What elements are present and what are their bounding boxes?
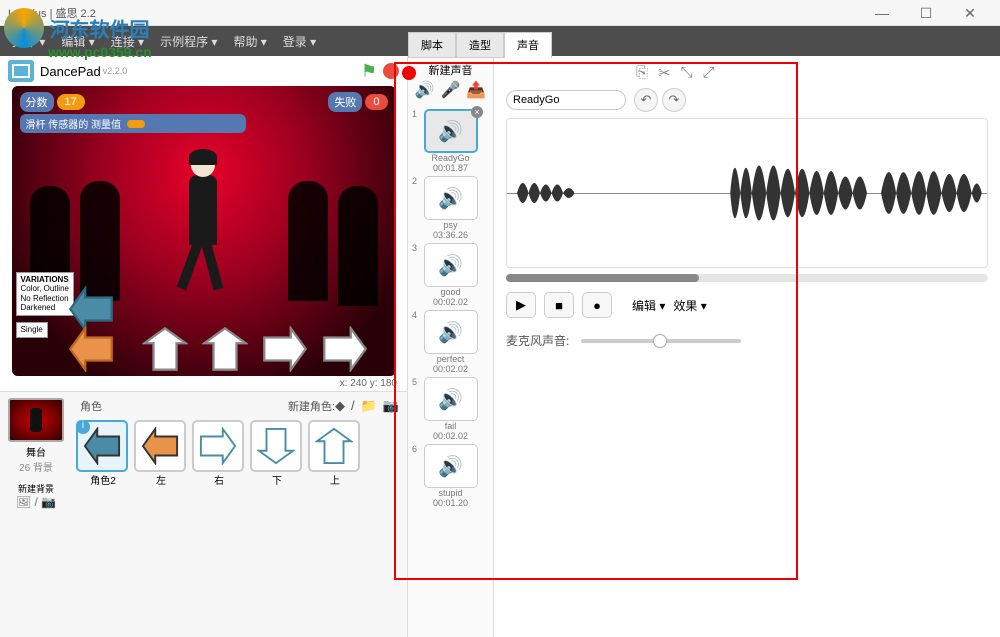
sound-item-1[interactable]: 2 🔊 psy03:36.26 — [416, 176, 485, 240]
stage-canvas[interactable]: 分数 17 失败 0 滑杆 传感器的 测量值 VARIATIONS Color,… — [12, 86, 396, 376]
arrow-right-1 — [262, 326, 308, 372]
waveform-display[interactable] — [506, 118, 988, 268]
sound-item-3[interactable]: 4 🔊 perfect00:02.02 — [416, 310, 485, 374]
miss-value: 0 — [365, 94, 387, 110]
sound-library-icon[interactable]: 🔊 — [415, 80, 435, 100]
record-button[interactable]: ● — [582, 292, 612, 318]
minimize-button[interactable]: — — [860, 1, 904, 25]
stage-backdrops: 26 背景 — [4, 459, 68, 474]
tab-sounds[interactable]: 声音 — [504, 32, 552, 58]
menu-help[interactable]: 帮助 ▾ — [233, 33, 266, 50]
menu-login[interactable]: 登录 ▾ — [283, 33, 316, 50]
sound-record-icon[interactable]: 🎤 — [441, 80, 461, 100]
play-button[interactable]: ▶ — [506, 292, 536, 318]
sound-item-2[interactable]: 3 🔊 good00:02.02 — [416, 243, 485, 307]
sprite-upload-icon[interactable]: 📁 — [361, 398, 377, 414]
playback-progress[interactable] — [506, 274, 988, 282]
close-button[interactable]: ✕ — [948, 1, 992, 25]
stage-thumbnail[interactable] — [8, 398, 64, 442]
mouse-coords: x: 240 y: 180 — [0, 376, 407, 391]
project-title: DancePad — [40, 64, 101, 79]
sprite-paint-icon[interactable]: / — [351, 398, 355, 414]
sprite-camera-icon[interactable]: 📷 — [383, 398, 399, 414]
single-box: Single — [16, 322, 48, 338]
green-flag-icon[interactable]: ⚑ — [361, 61, 377, 82]
arrow-up-1 — [142, 326, 188, 372]
grow-icon[interactable]: ⤡ — [681, 64, 693, 82]
tab-costumes[interactable]: 造型 — [456, 32, 504, 58]
stage-label: 舞台 — [4, 444, 68, 459]
redo-button[interactable]: ↷ — [662, 88, 686, 112]
fullscreen-icon[interactable] — [8, 60, 34, 82]
menu-examples[interactable]: 示例程序 ▾ — [160, 33, 217, 50]
stop-icon[interactable] — [383, 63, 399, 79]
arrow-left-orange — [68, 326, 114, 372]
sound-item-0[interactable]: 1 × 🔊 ReadyGo00:01.87 — [416, 109, 485, 173]
shrink-icon[interactable]: ⤢ — [703, 64, 715, 82]
stamp-icon[interactable]: ⎘ — [636, 64, 648, 82]
new-sound-label: 新建声音 — [412, 62, 489, 78]
arrow-up-2 — [202, 326, 248, 372]
tab-scripts[interactable]: 脚本 — [408, 32, 456, 58]
new-sprite-label: 新建角色: — [288, 398, 335, 414]
sprite-item-1[interactable]: 左 — [134, 420, 188, 487]
sprite-library-icon[interactable]: ◆ — [335, 398, 345, 414]
sprite-item-4[interactable]: 上 — [308, 420, 362, 487]
watermark: 河东软件园 www.pc0359.cn — [4, 8, 152, 60]
undo-button[interactable]: ↶ — [634, 88, 658, 112]
version-label: v2.2.0 — [103, 66, 128, 76]
sprite-item-3[interactable]: 下 — [250, 420, 304, 487]
sound-name-input[interactable] — [506, 90, 626, 110]
miss-label: 失败 — [328, 92, 362, 112]
arrow-right-2 — [322, 326, 368, 372]
sound-item-5[interactable]: 6 🔊 stupid00:01.20 — [416, 444, 485, 508]
sound-upload-icon[interactable]: 📤 — [466, 80, 486, 100]
cut-icon[interactable]: ✂ — [658, 64, 671, 82]
effects-menu[interactable]: 效果 ▾ — [673, 297, 706, 314]
variations-box: VARIATIONS Color, Outline No Reflection … — [16, 272, 74, 316]
mic-volume-slider[interactable] — [581, 339, 741, 343]
sprite-item-0[interactable]: i 角色2 — [76, 420, 130, 487]
sprites-label: 角色 — [80, 398, 102, 414]
edit-menu[interactable]: 编辑 ▾ — [632, 297, 665, 314]
sensor-bar: 滑杆 传感器的 测量值 — [20, 114, 246, 133]
mic-volume-label: 麦克风声音: — [506, 332, 569, 349]
sound-item-4[interactable]: 5 🔊 fail00:02.02 — [416, 377, 485, 441]
maximize-button[interactable]: ☐ — [904, 1, 948, 25]
score-label: 分数 — [20, 92, 54, 112]
new-backdrop-label: 新建背景 — [4, 482, 68, 495]
stop-button[interactable]: ■ — [544, 292, 574, 318]
annotation-dot — [402, 66, 416, 80]
sprite-item-2[interactable]: 右 — [192, 420, 246, 487]
score-value: 17 — [57, 94, 85, 110]
